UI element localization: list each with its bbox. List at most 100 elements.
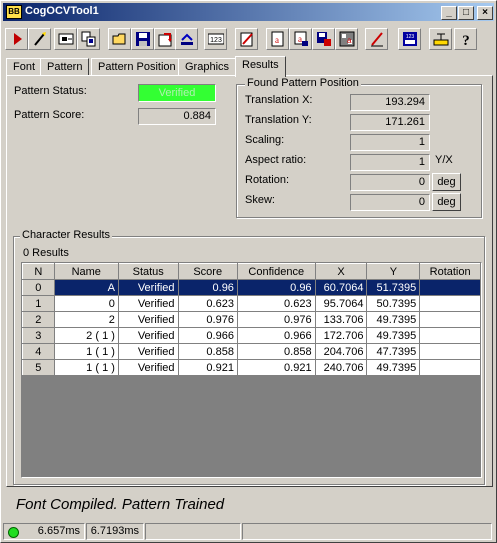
skew-label: Skew:	[245, 194, 275, 206]
tab-graphics[interactable]: Graphics	[178, 58, 237, 76]
table-row[interactable]: 5 1 ( 1 ) Verified 0.921 0.921 240.706 4…	[22, 359, 481, 376]
pen-icon[interactable]	[365, 28, 388, 50]
found-pattern-position-title: Found Pattern Position	[245, 77, 361, 89]
tab-strip: Font Pattern Pattern Position Graphics R…	[6, 56, 491, 77]
help-icon[interactable]: ?	[454, 28, 477, 50]
cell-y: 47.7395	[366, 343, 421, 360]
cell-y: 51.7395	[366, 279, 421, 296]
table-row[interactable]: 4 1 ( 1 ) Verified 0.858 0.858 204.706 4…	[22, 343, 481, 360]
pattern-status-value: Verified	[138, 84, 216, 102]
counter-icon[interactable]: 123	[204, 28, 227, 50]
cell-rotation	[419, 295, 481, 312]
character-results-title: Character Results	[20, 229, 113, 241]
svg-text:a: a	[298, 34, 302, 44]
scale-icon[interactable]	[429, 28, 452, 50]
svg-text:a: a	[275, 35, 279, 45]
column-header-name[interactable]: Name	[53, 263, 119, 280]
save-as-icon[interactable]	[175, 28, 198, 50]
app-icon: BB	[6, 5, 22, 19]
tab-pattern[interactable]: Pattern	[40, 58, 90, 76]
row-number: 5	[22, 359, 55, 376]
translation-x-value: 193.294	[350, 94, 430, 111]
save-icon[interactable]	[131, 28, 154, 50]
translation-y-value: 171.261	[350, 114, 430, 131]
row-number: 2	[22, 311, 55, 328]
title-bar[interactable]: BB CogOCVTool1 _ □ ×	[3, 3, 494, 21]
pattern-score-label: Pattern Score:	[14, 109, 85, 121]
minimize-button[interactable]: _	[441, 6, 457, 20]
status-pane-time1: 6.657ms	[3, 523, 85, 540]
cell-rotation	[419, 311, 481, 328]
pattern-score-value: 0.884	[138, 108, 216, 125]
open-icon[interactable]	[108, 28, 131, 50]
cell-name: 1 ( 1 )	[54, 343, 119, 360]
time2-value: 6.7193ms	[90, 525, 139, 537]
tab-pattern-position[interactable]: Pattern Position	[91, 58, 183, 76]
ocv-tool-window: BB CogOCVTool1 _ □ × 123 a a a 123 ? Fon…	[0, 0, 497, 543]
column-header-confidence[interactable]: Confidence	[236, 263, 316, 280]
grid-icon[interactable]: a	[335, 28, 358, 50]
tab-results[interactable]: Results	[235, 56, 286, 77]
cell-status: Verified	[118, 279, 179, 296]
data-grid-icon[interactable]: 123	[398, 28, 421, 50]
status-pane-time2: 6.7193ms	[86, 523, 144, 540]
cell-x: 240.706	[315, 359, 368, 376]
column-header-status[interactable]: Status	[117, 263, 179, 280]
translation-x-label: Translation X:	[245, 94, 313, 106]
wand-icon[interactable]	[28, 28, 51, 50]
reset-icon[interactable]	[154, 28, 177, 50]
status-pane-empty-1	[145, 523, 241, 540]
maximize-button[interactable]: □	[458, 6, 474, 20]
cell-rotation	[419, 279, 481, 296]
grid-header-row: N Name Status Score Confidence X Y Rotat…	[22, 263, 481, 280]
table-row[interactable]: 1 0 Verified 0.623 0.623 95.7064 50.7395	[22, 295, 481, 312]
aspect-ratio-value: 1	[350, 154, 430, 171]
cell-confidence: 0.921	[237, 359, 316, 376]
character-results-grid[interactable]: N Name Status Score Confidence X Y Rotat…	[21, 262, 482, 478]
translation-y-label: Translation Y:	[245, 114, 312, 126]
live-icon[interactable]	[54, 28, 77, 50]
close-button[interactable]: ×	[477, 6, 493, 20]
aspect-unit-label: Y/X	[435, 154, 453, 166]
status-bar: 6.657ms 6.7193ms	[3, 522, 494, 541]
table-row[interactable]: 3 2 ( 1 ) Verified 0.966 0.966 172.706 4…	[22, 327, 481, 344]
image-save-icon[interactable]	[312, 28, 335, 50]
skew-deg-button[interactable]: deg	[432, 193, 461, 211]
cell-x: 172.706	[315, 327, 368, 344]
cell-rotation	[419, 343, 481, 360]
cell-score: 0.623	[178, 295, 238, 312]
table-row[interactable]: 2 2 Verified 0.976 0.976 133.706 49.7395	[22, 311, 481, 328]
cell-x: 133.706	[315, 311, 368, 328]
column-header-n[interactable]: N	[22, 263, 55, 280]
cell-score: 0.96	[178, 279, 238, 296]
edit-icon[interactable]	[235, 28, 258, 50]
column-header-y[interactable]: Y	[366, 263, 421, 280]
cell-status: Verified	[118, 343, 179, 360]
rotation-deg-button[interactable]: deg	[432, 173, 461, 191]
column-header-x[interactable]: X	[314, 263, 368, 280]
table-row[interactable]: 0 A Verified 0.96 0.96 60.7064 51.7395	[22, 279, 481, 296]
font-save-icon[interactable]: a	[289, 28, 312, 50]
status-led-icon	[8, 527, 19, 538]
rotation-value: 0	[350, 174, 430, 191]
cell-score: 0.976	[178, 311, 238, 328]
cell-name: 0	[54, 295, 119, 312]
cell-score: 0.921	[178, 359, 238, 376]
cell-y: 49.7395	[366, 327, 421, 344]
tab-font[interactable]: Font	[6, 58, 43, 76]
svg-text:123: 123	[406, 34, 415, 40]
cell-confidence: 0.623	[237, 295, 316, 312]
column-header-rotation[interactable]: Rotation	[419, 263, 481, 280]
copy-icon[interactable]	[77, 28, 100, 50]
cell-rotation	[419, 327, 481, 344]
svg-text:a: a	[347, 36, 352, 45]
cell-name: 2	[54, 311, 119, 328]
font-icon[interactable]: a	[266, 28, 289, 50]
cell-name: 2 ( 1 )	[54, 327, 119, 344]
scaling-value: 1	[350, 134, 430, 151]
cell-status: Verified	[118, 359, 179, 376]
column-header-score[interactable]: Score	[177, 263, 238, 280]
run-icon[interactable]	[5, 28, 28, 50]
cell-confidence: 0.858	[237, 343, 316, 360]
row-number: 1	[22, 295, 55, 312]
